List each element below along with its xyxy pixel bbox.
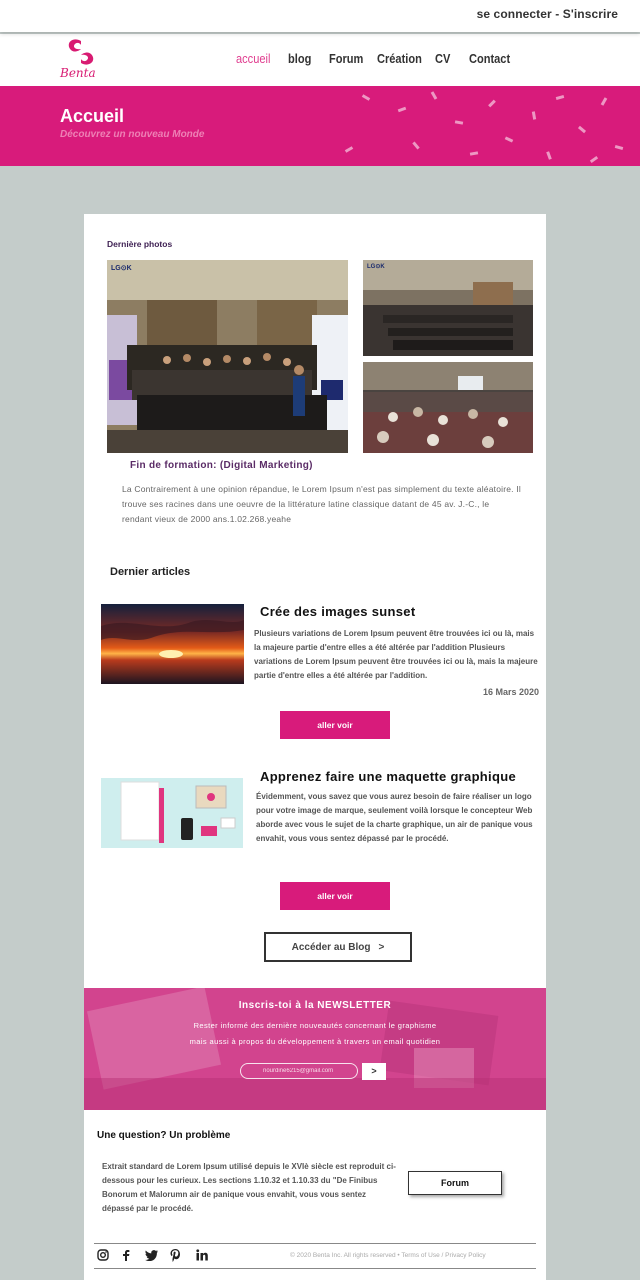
article-2-title[interactable]: Apprenez faire une maquette graphique [260,769,516,784]
lgok-logo-label: LG⊙K [367,264,385,270]
terms-link[interactable]: Terms of Use [401,1252,439,1259]
lgok-logo-label: LG⊙K [111,265,132,272]
top-bar: se connecter - S'inscrire [0,0,640,32]
footer-divider-top [94,1243,536,1244]
conference-photo-2[interactable] [363,362,533,453]
hero-banner: Accueil Découvrez un nouveau Monde [0,86,640,166]
instagram-icon[interactable] [97,1249,109,1261]
nav-item-cv[interactable]: CV [435,51,450,66]
footer-slash: / [441,1252,444,1259]
nav-item-accueil[interactable]: accueil [236,51,270,66]
facebook-icon[interactable] [121,1249,131,1261]
footer-copyright: © 2020 Benta Inc. All rights reserved • … [290,1252,486,1259]
main-nav: accueil blog Forum Création CV Contact [0,51,640,71]
conference-photo-1[interactable]: LG⊙K [363,260,533,356]
sunset-image [101,604,244,684]
forum-button[interactable]: Forum [408,1171,502,1195]
blog-access-label: Accéder au Blog [291,941,371,953]
main-content-card: Dernière photos LG⊙K LG⊙K Fin de formati… [84,214,546,1280]
support-text: Extrait standard de Lorem Ipsum utilisé … [102,1162,396,1213]
page-subtitle: Découvrez un nouveau Monde [60,129,205,140]
newsletter-email-input[interactable] [240,1063,358,1079]
sunset-article-image[interactable] [101,604,244,684]
newsletter-text: Rester informé des dernière nouveautés c… [189,1021,441,1046]
login-signup-link[interactable]: se connecter - S'inscrire [477,7,618,21]
copyright-text: © 2020 Benta Inc. All rights reserved [290,1252,396,1259]
article-1-read-button[interactable]: aller voir [280,711,390,739]
article-1-title[interactable]: Crée des images sunset [260,604,415,619]
article-1-date: 16 Mars 2020 [483,687,540,697]
photo-caption: Fin de formation: (Digital Marketing) [130,460,313,471]
nav-item-contact[interactable]: Contact [469,51,510,66]
page-title: Accueil [60,106,125,126]
newsletter-title: Inscris-toi à la NEWSLETTER [238,1000,392,1011]
article-1-text: Plusieurs variations de Lorem Ipsum peuv… [254,629,538,680]
footer-separator: • [397,1252,400,1259]
photo-description: La Contrairement à une opinion répandue,… [122,484,521,524]
navbar: Benta accueil blog Forum Création CV Con… [0,34,640,86]
article-2-read-button[interactable]: aller voir [280,882,390,910]
article-2-text: Évidemment, vous savez que vous aurez be… [256,792,533,843]
conference-photo-2-image [363,362,533,453]
nav-item-creation[interactable]: Création [377,51,422,66]
pinterest-icon[interactable] [170,1249,181,1262]
nav-item-blog[interactable]: blog [288,51,311,66]
conference-photo-1-image [363,260,533,356]
support-title: Une question? Un problème [97,1130,231,1141]
footer-divider-bottom [94,1268,536,1269]
nav-item-forum[interactable]: Forum [329,51,363,66]
twitter-icon[interactable] [145,1250,158,1261]
privacy-link[interactable]: Privacy Policy [445,1252,485,1259]
newsletter-submit-button[interactable]: > [362,1063,386,1080]
chevron-right-icon: > [378,941,385,953]
newsletter-section: Inscris-toi à la NEWSLETTER Rester infor… [84,988,546,1110]
training-group-photo[interactable]: LG⊙K [107,260,348,453]
photos-section-title: Dernière photos [107,239,173,249]
linkedin-icon[interactable] [196,1249,208,1261]
mockup-article-image[interactable] [101,778,243,848]
mockup-image [101,778,243,848]
blog-access-button[interactable]: Accéder au Blog > [264,932,412,962]
group-photo-image [107,260,348,453]
articles-section-title: Dernier articles [110,566,191,578]
